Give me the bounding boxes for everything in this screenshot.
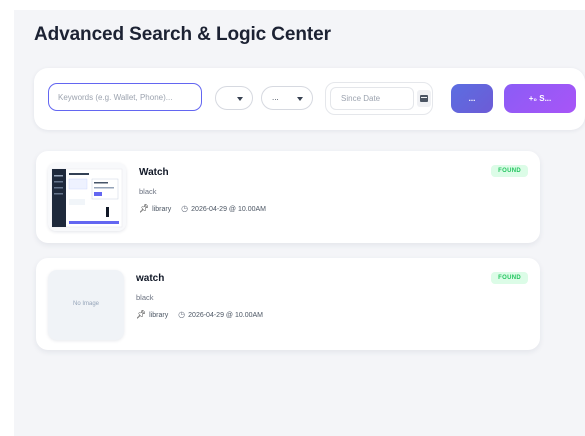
filter-select-value: ... xyxy=(272,93,279,102)
result-datetime: 2026-04-29 @ 10.00AM xyxy=(188,312,263,319)
calendar-icon[interactable] xyxy=(417,90,431,107)
pin-icon: 📌︎ xyxy=(136,310,147,319)
result-location: library xyxy=(152,206,172,213)
result-title: Watch xyxy=(139,167,169,178)
result-color: black xyxy=(139,187,157,196)
page-title: Advanced Search & Logic Center xyxy=(34,24,331,45)
clock-icon: ◷ xyxy=(181,204,189,213)
search-button[interactable]: +₀ S... xyxy=(504,84,576,113)
item-thumbnail xyxy=(48,163,126,231)
since-date-input[interactable]: Since Date xyxy=(330,87,414,110)
result-color: black xyxy=(136,293,154,302)
more-options-button[interactable]: ... xyxy=(451,84,493,113)
search-panel: ... Since Date ... +₀ S... xyxy=(34,68,585,130)
clock-icon: ◷ xyxy=(178,310,186,319)
item-thumbnail-placeholder: No Image xyxy=(48,270,124,340)
date-filter: Since Date xyxy=(325,82,433,115)
result-meta: 📌︎ library ◷ 2026-04-29 @ 10.00AM xyxy=(139,204,266,213)
status-badge: FOUND xyxy=(491,165,528,177)
result-datetime: 2026-04-29 @ 10.00AM xyxy=(191,206,266,213)
result-card[interactable]: No Image watch black 📌︎ library ◷ 2026-04-… xyxy=(36,258,540,350)
keyword-search-input[interactable] xyxy=(48,83,202,111)
pin-icon: 📌︎ xyxy=(139,204,150,213)
filter-select[interactable]: ... xyxy=(261,86,313,110)
page-container: Advanced Search & Logic Center ... Since… xyxy=(14,10,585,436)
chevron-down-icon xyxy=(237,97,243,101)
chevron-down-icon xyxy=(297,97,303,101)
result-location: library xyxy=(149,312,169,319)
result-title: watch xyxy=(136,273,165,284)
result-card[interactable]: Watch black 📌︎ library ◷ 2026-04-29 @ 10.0… xyxy=(36,151,540,243)
category-select[interactable] xyxy=(215,86,253,110)
status-badge: FOUND xyxy=(491,272,528,284)
no-image-label: No Image xyxy=(72,301,99,307)
result-meta: 📌︎ library ◷ 2026-04-29 @ 10.00AM xyxy=(136,310,263,319)
